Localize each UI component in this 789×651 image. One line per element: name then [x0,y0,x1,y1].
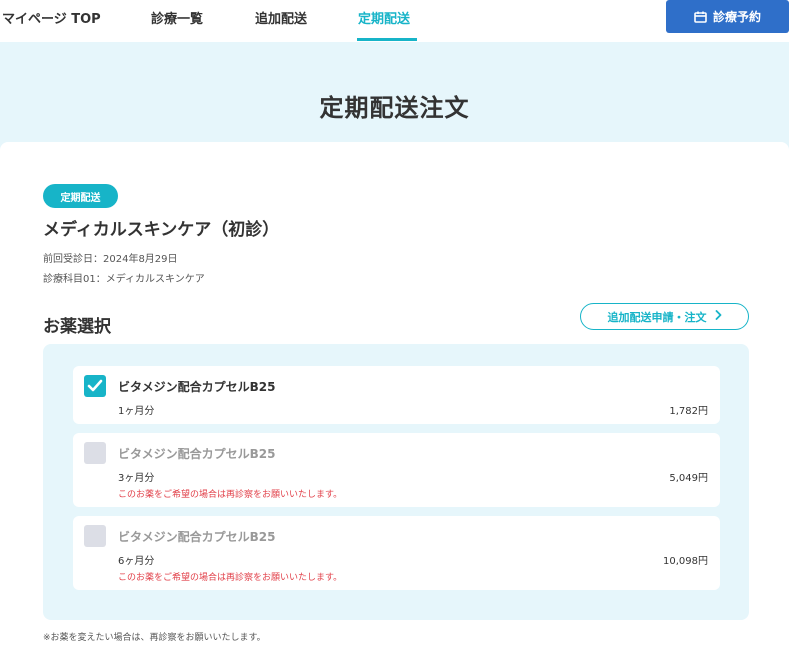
top-nav: マイページ TOP 診療一覧 追加配送 定期配送 診療予約 [0,0,789,42]
department: 診療科目01：メディカルスキンケア [43,274,205,285]
additional-delivery-order-label: 追加配送申請・注文 [607,310,707,324]
medicine-option[interactable]: ビタメジン配合カプセルB25 6ヶ月分 10,098円 このお薬をご希望の場合は… [73,516,720,590]
calendar-icon [694,11,707,23]
medicine-warning: このお薬をご希望の場合は再診察をお願いいたします。 [118,573,343,583]
footnote: ※お薬を変えたい場合は、再診察をお願いいたします。 [43,633,266,643]
page-title: 定期配送注文 [319,94,470,122]
tab-additional-delivery[interactable]: 追加配送 [255,8,307,27]
medicine-option[interactable]: ビタメジン配合カプセルB25 3ヶ月分 5,049円 このお薬をご希望の場合は再… [73,433,720,507]
medicine-section-title: お薬選択 [43,317,111,337]
status-badge: 定期配送 [43,184,118,208]
check-icon [87,379,103,392]
active-tab-indicator [357,38,417,41]
medicine-option[interactable]: ビタメジン配合カプセルB25 1ヶ月分 1,782円 [73,366,720,424]
medicine-name: ビタメジン配合カプセルB25 [118,530,276,544]
medicine-price: 5,049円 [669,473,708,484]
last-visit-date: 前回受診日：2024年8月29日 [43,254,178,265]
chevron-right-icon [715,310,722,323]
medicine-price: 1,782円 [669,406,708,417]
medicine-period: 3ヶ月分 [118,473,155,484]
tab-mypage-top[interactable]: マイページ TOP [2,8,101,27]
tab-regular-delivery[interactable]: 定期配送 [358,8,410,27]
medicine-period: 1ヶ月分 [118,406,155,417]
medicine-checkbox-checked[interactable] [84,375,106,397]
medicine-checkbox-disabled[interactable] [84,525,106,547]
medicine-period: 6ヶ月分 [118,556,155,567]
medicine-price: 10,098円 [663,556,708,567]
medicine-warning: このお薬をご希望の場合は再診察をお願いいたします。 [118,490,343,500]
additional-delivery-order-button[interactable]: 追加配送申請・注文 [580,303,749,330]
tab-consultation-list[interactable]: 診療一覧 [151,8,203,27]
medicine-name: ビタメジン配合カプセルB25 [118,380,276,394]
medicine-checkbox-disabled[interactable] [84,442,106,464]
course-title: メディカルスキンケア（初診） [43,220,280,240]
reserve-consultation-label: 診療予約 [712,10,761,24]
reserve-consultation-button[interactable]: 診療予約 [666,0,789,33]
medicine-name: ビタメジン配合カプセルB25 [118,447,276,461]
